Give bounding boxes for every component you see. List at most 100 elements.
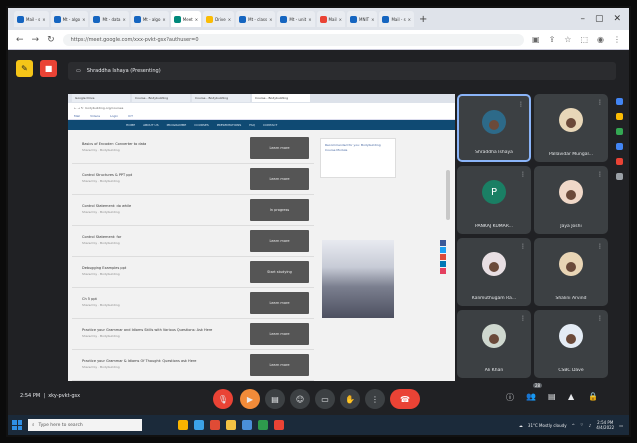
tab-close-icon[interactable]: × [371, 17, 374, 22]
browser-tab[interactable]: Drive × [203, 11, 235, 27]
notification-icon[interactable]: ▭ [619, 423, 623, 428]
forward-icon[interactable]: → [32, 35, 40, 45]
reload-icon[interactable]: ↻ [47, 35, 55, 45]
side-scrollbar[interactable] [446, 170, 450, 220]
menu-icon[interactable]: ⋮ [613, 35, 621, 44]
activities-icon[interactable]: ▲ [568, 392, 574, 401]
stop-presenting-icon[interactable]: ■ [40, 60, 57, 77]
maps-icon[interactable] [615, 158, 623, 165]
app-icon-4[interactable] [274, 420, 284, 430]
google-plus-icon[interactable] [440, 254, 446, 260]
tray-chevron-icon[interactable]: ^ [572, 423, 575, 428]
share-icon[interactable]: ⇪ [549, 35, 556, 44]
weather-icon[interactable]: ☁ [519, 423, 523, 428]
new-tab-button[interactable]: + [419, 14, 427, 25]
add-icon[interactable] [615, 173, 623, 180]
people-icon[interactable]: 👥 [526, 392, 536, 401]
participant-tile[interactable]: ⋮ Kalimuthugam Ra... [457, 238, 531, 306]
tab-close-icon[interactable]: × [408, 17, 411, 22]
volume-icon[interactable]: ♪ [589, 423, 592, 428]
raise-hand-icon[interactable]: ✋ [340, 389, 360, 409]
twitter-icon[interactable] [440, 247, 446, 253]
tab-label: Mt - algo [142, 16, 161, 22]
network-icon[interactable]: ⌔ [580, 422, 584, 428]
inner-tab: Course - Bodybuilding [252, 94, 310, 102]
tile-menu-icon[interactable]: ⋮ [520, 171, 526, 178]
browser-tab[interactable]: Mt - class × [236, 11, 276, 27]
tab-close-icon[interactable]: × [162, 17, 165, 22]
host-controls-icon[interactable]: 🔒 [588, 392, 598, 401]
tile-menu-icon[interactable]: ⋮ [597, 315, 603, 322]
share-icon[interactable] [440, 268, 446, 274]
app-icon-1[interactable] [210, 420, 220, 430]
profile-icon[interactable]: ◉ [597, 35, 604, 44]
calendar-icon[interactable] [615, 98, 623, 105]
maximize-icon[interactable]: ▢ [595, 14, 604, 24]
task-view-icon[interactable] [194, 420, 204, 430]
contacts-icon[interactable] [615, 143, 623, 150]
tile-menu-icon[interactable]: ⋮ [597, 99, 603, 106]
browser-tab[interactable]: Mail - s × [14, 11, 49, 27]
browser-tab[interactable]: Mt - unit × [277, 11, 315, 27]
tab-close-icon[interactable]: × [82, 17, 85, 22]
present-screen-icon[interactable]: ▭ [315, 389, 335, 409]
chrome-icon[interactable] [258, 420, 268, 430]
keep-icon[interactable] [615, 113, 623, 120]
end-call-button[interactable]: ☎ [390, 389, 420, 409]
close-icon[interactable]: ✕ [613, 14, 621, 24]
tasks-icon[interactable] [615, 128, 623, 135]
course-item-row: Ch 5 ppt Shared by · Bodybuilding Learn mo… [72, 289, 314, 319]
participant-tile[interactable]: P ⋮ PANKAJ KUMAR... [457, 166, 531, 234]
app-icon-3[interactable] [242, 420, 252, 430]
participant-tile[interactable]: ⋮ CSBC Dave [534, 310, 608, 378]
browser-tab[interactable]: Mail - s × [379, 11, 415, 27]
browser-tab[interactable]: Mt - data × [90, 11, 129, 27]
course-item-meta: Shared by · Bodybuilding [82, 334, 120, 338]
browser-tab[interactable]: Mt - algo × [130, 11, 169, 27]
back-icon[interactable]: ← [16, 35, 24, 45]
tab-close-icon[interactable]: × [228, 17, 231, 22]
tab-close-icon[interactable]: × [339, 17, 342, 22]
app-icon-2[interactable] [226, 420, 236, 430]
info-icon[interactable]: ⓘ [506, 392, 514, 403]
extension-icon[interactable]: ⬚ [580, 35, 588, 44]
chat-icon[interactable]: ▤ [548, 392, 556, 401]
file-explorer-icon[interactable] [178, 420, 188, 430]
participant-tile[interactable]: ⋮ Shraddha Ishaya [457, 94, 531, 162]
browser-tab[interactable]: Mail × [316, 11, 346, 27]
meet-keep-icon[interactable]: ✎ [16, 60, 33, 77]
tab-close-icon[interactable]: × [42, 17, 45, 22]
star-icon[interactable]: ☆ [564, 35, 571, 44]
inner-address-bar: ← → ↻ bodybuilding.org/courses [68, 103, 455, 112]
url-field[interactable]: https://meet.google.com/xxx-pvkt-gsx?aut… [62, 33, 525, 46]
tile-menu-icon[interactable]: ⋮ [597, 171, 603, 178]
browser-tab[interactable]: MNIT × [347, 11, 378, 27]
camera-icon[interactable]: ▶ [240, 389, 260, 409]
taskbar-clock[interactable]: 2:54 PM 4/4/2022 [596, 420, 614, 430]
tile-menu-icon[interactable]: ⋮ [597, 243, 603, 250]
minimize-icon[interactable]: – [580, 14, 585, 24]
participant-tile[interactable]: ⋮ Shalini Arvind [534, 238, 608, 306]
taskbar-search[interactable]: ⌕ Type here to search [28, 419, 142, 431]
windows-start-icon[interactable] [12, 420, 22, 430]
facebook-icon[interactable] [440, 240, 446, 246]
captions-icon[interactable]: ▤ [265, 389, 285, 409]
more-options-icon[interactable]: ⋮ [365, 389, 385, 409]
tab-close-icon[interactable]: × [123, 17, 126, 22]
linkedin-icon[interactable] [440, 261, 446, 267]
browser-tab[interactable]: Meet × [170, 11, 202, 27]
tile-menu-icon[interactable]: ⋮ [518, 101, 524, 108]
course-item-button: Learn more [250, 168, 309, 190]
camera-icon[interactable]: ▣ [532, 35, 540, 44]
tab-close-icon[interactable]: × [308, 17, 311, 22]
tile-menu-icon[interactable]: ⋮ [520, 315, 526, 322]
tab-close-icon[interactable]: × [195, 17, 198, 22]
mic-off-icon[interactable]: 🎙 [213, 389, 233, 409]
participant-tile[interactable]: ⋮ Jaya Joshi [534, 166, 608, 234]
tile-menu-icon[interactable]: ⋮ [520, 243, 526, 250]
emoji-icon[interactable]: ☺ [290, 389, 310, 409]
participant-tile[interactable]: ⋮ Ali Khan [457, 310, 531, 378]
browser-tab[interactable]: Mt - algo × [50, 11, 89, 27]
participant-tile[interactable]: ⋮ Pallavidar Mungal... [534, 94, 608, 162]
tab-close-icon[interactable]: × [269, 17, 272, 22]
